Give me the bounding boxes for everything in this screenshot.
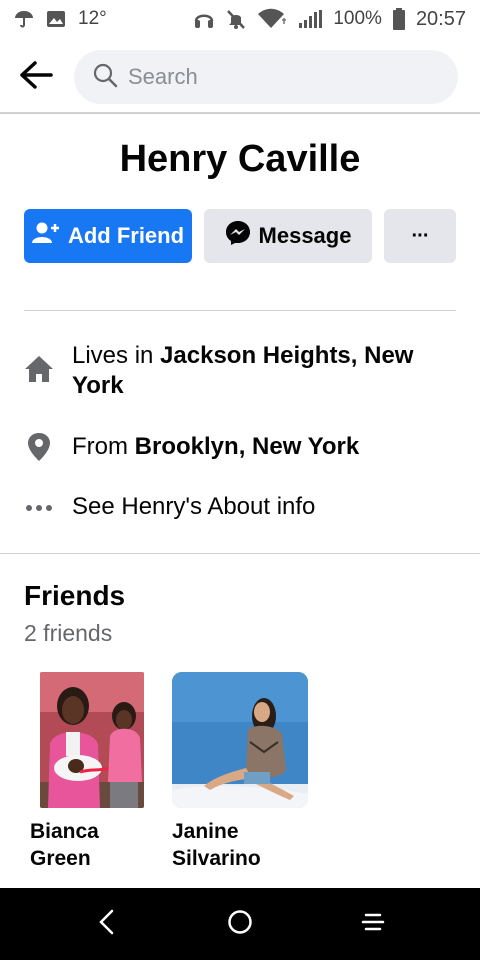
section-divider — [0, 553, 480, 554]
more-options-button[interactable]: ··· — [384, 209, 456, 263]
signal-icon — [297, 9, 323, 29]
messenger-icon — [225, 220, 251, 252]
location-pin-icon — [24, 432, 54, 462]
friend-photo[interactable] — [172, 672, 308, 808]
more-dots-icon: ··· — [411, 224, 430, 247]
from-text: From Brooklyn, New York — [72, 433, 360, 460]
more-horizontal-icon — [24, 504, 54, 512]
message-label: Message — [258, 223, 352, 248]
profile-actions: Add Friend Message ··· — [24, 209, 456, 263]
friend-card[interactable]: Bianca Green — [30, 672, 166, 872]
system-nav-bar — [0, 888, 480, 960]
friends-title[interactable]: Friends — [24, 580, 125, 612]
see-about-text: See Henry's About info — [72, 493, 316, 520]
add-friend-label: Add Friend — [67, 223, 185, 248]
back-button[interactable] — [18, 59, 54, 95]
search-input[interactable] — [128, 64, 428, 90]
friend-photo[interactable] — [40, 672, 144, 808]
friend-card[interactable]: Janine Silvarino — [172, 672, 308, 872]
add-friend-icon — [31, 221, 60, 251]
friend-name[interactable]: Bianca Green — [30, 818, 160, 872]
top-header — [0, 44, 480, 110]
home-icon — [24, 355, 54, 383]
nav-menu-button[interactable] — [343, 894, 403, 954]
temperature-text: 12° — [78, 8, 107, 29]
wifi-icon — [257, 8, 287, 30]
lives-in-text: Lives in Jackson Heights, New York — [72, 342, 414, 399]
arrow-left-icon — [19, 60, 53, 95]
mute-bell-icon — [225, 8, 247, 30]
intro-from: From Brooklyn, New York — [24, 432, 456, 462]
nav-home-button[interactable] — [210, 894, 270, 954]
add-friend-button[interactable]: Add Friend — [24, 209, 192, 263]
from-place[interactable]: Brooklyn, New York — [135, 433, 360, 460]
status-bar: 12° 100% 20:57 — [0, 0, 480, 38]
friend-name[interactable]: Janine Silvarino — [172, 818, 302, 872]
profile-name: Henry Caville — [119, 138, 361, 180]
battery-percent: 100% — [333, 8, 382, 29]
search-icon — [92, 62, 118, 93]
intro-lives-in: Lives in Jackson Heights, New York — [24, 341, 456, 401]
section-divider — [24, 310, 456, 311]
chevron-left-icon — [97, 909, 117, 940]
intro-see-about[interactable]: See Henry's About info — [24, 492, 456, 522]
message-button[interactable]: Message — [204, 209, 372, 263]
nav-back-button[interactable] — [77, 894, 137, 954]
header-divider — [0, 112, 480, 114]
umbrella-icon — [14, 9, 34, 29]
friends-count: 2 friends — [24, 620, 113, 646]
headphones-icon — [193, 8, 215, 30]
menu-lines-icon — [360, 911, 386, 938]
battery-icon — [392, 8, 406, 30]
search-bar[interactable] — [74, 50, 458, 104]
gallery-icon — [46, 9, 66, 29]
clock: 20:57 — [415, 7, 466, 30]
home-circle-icon — [226, 908, 254, 941]
